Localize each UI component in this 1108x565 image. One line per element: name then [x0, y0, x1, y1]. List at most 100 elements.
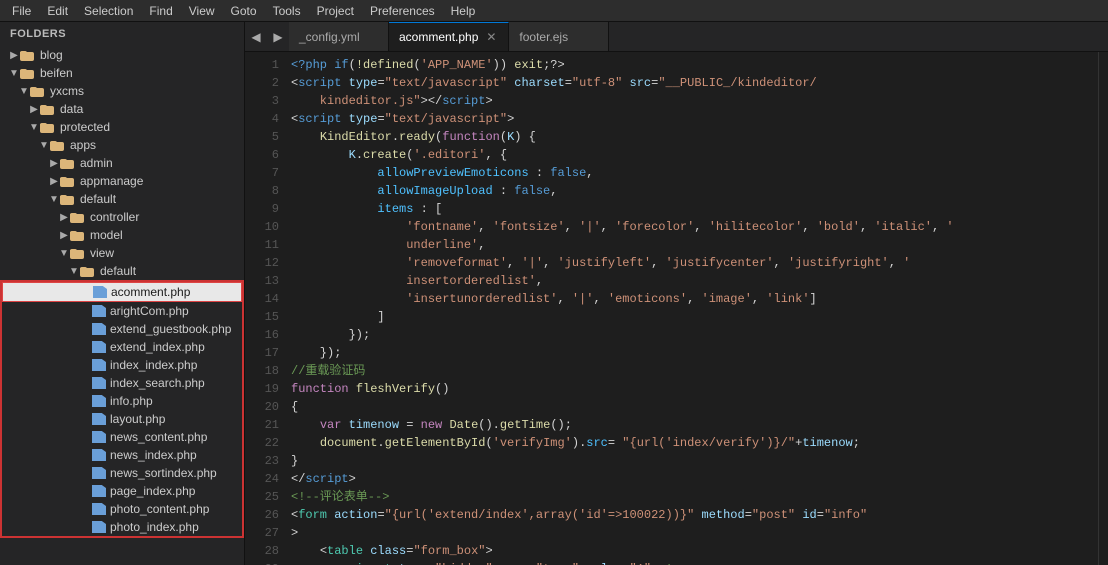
line-numbers: 12345 678910 1112131415 1617181920 21222…	[245, 52, 283, 565]
sidebar-item-index-index[interactable]: ▶ index_index.php	[2, 356, 242, 374]
tab-close-icon[interactable]: ✕	[484, 30, 498, 44]
item-label: protected	[60, 120, 110, 134]
arrow-icon: ▼	[38, 140, 50, 151]
sidebar-item-info[interactable]: ▶ info.php	[2, 392, 242, 410]
sidebar-item-news-sortindex[interactable]: ▶ news_sortindex.php	[2, 464, 242, 482]
sidebar-item-layout[interactable]: ▶ layout.php	[2, 410, 242, 428]
item-label: news_index.php	[110, 448, 197, 462]
sidebar-item-index-search[interactable]: ▶ index_search.php	[2, 374, 242, 392]
sidebar-item-news-content[interactable]: ▶ news_content.php	[2, 428, 242, 446]
folder-icon	[60, 157, 76, 169]
scrollbar[interactable]	[1098, 52, 1108, 565]
sidebar: FOLDERS ▶ blog ▼ beifen ▼ yxcms ▶ data ▼	[0, 22, 245, 565]
menu-find[interactable]: Find	[141, 2, 180, 20]
item-label: default	[80, 192, 116, 206]
tab-nav-left[interactable]: ◀	[245, 22, 267, 51]
menu-goto[interactable]: Goto	[223, 2, 265, 20]
arrow-icon: ▶	[8, 50, 20, 61]
item-label: layout.php	[110, 412, 165, 426]
item-label: data	[60, 102, 83, 116]
menu-tools[interactable]: Tools	[265, 2, 309, 20]
sidebar-item-news-index[interactable]: ▶ news_index.php	[2, 446, 242, 464]
sidebar-item-model[interactable]: ▶ model	[0, 226, 244, 244]
menu-help[interactable]: Help	[443, 2, 484, 20]
folder-icon	[40, 103, 56, 115]
item-label: view	[90, 246, 114, 260]
folder-icon	[20, 49, 36, 61]
item-label: photo_content.php	[110, 502, 209, 516]
menu-project[interactable]: Project	[309, 2, 362, 20]
sidebar-item-photo-index[interactable]: ▶ photo_index.php	[2, 518, 242, 536]
editor-area: ◀ ▶ _config.yml acomment.php ✕ footer.ej…	[245, 22, 1108, 565]
menu-file[interactable]: File	[4, 2, 39, 20]
folder-icon	[40, 121, 56, 133]
arrow-icon: ▶	[58, 212, 70, 223]
arrow-icon: ▼	[48, 194, 60, 205]
folder-icon	[80, 265, 96, 277]
folder-icon	[20, 67, 36, 79]
arrow-icon: ▼	[28, 122, 40, 133]
folders-header: FOLDERS	[0, 22, 244, 46]
sidebar-item-admin[interactable]: ▶ admin	[0, 154, 244, 172]
item-label: info.php	[110, 394, 153, 408]
arrow-icon: ▶	[58, 230, 70, 241]
folder-icon	[60, 175, 76, 187]
sidebar-item-extend-guestbook[interactable]: ▶ extend_guestbook.php	[2, 320, 242, 338]
folder-icon	[50, 139, 66, 151]
sidebar-item-apps[interactable]: ▼ apps	[0, 136, 244, 154]
folder-icon	[70, 211, 86, 223]
item-label: yxcms	[50, 84, 84, 98]
menu-view[interactable]: View	[181, 2, 223, 20]
item-label: admin	[80, 156, 113, 170]
sidebar-item-protected[interactable]: ▼ protected	[0, 118, 244, 136]
arrow-icon: ▶	[48, 176, 60, 187]
tab-config-label: _config.yml	[299, 30, 360, 44]
sidebar-item-appmanage[interactable]: ▶ appmanage	[0, 172, 244, 190]
menu-preferences[interactable]: Preferences	[362, 2, 443, 20]
item-label: arightCom.php	[110, 304, 189, 318]
sidebar-item-view[interactable]: ▼ view	[0, 244, 244, 262]
sidebar-item-yxcms[interactable]: ▼ yxcms	[0, 82, 244, 100]
tab-footer[interactable]: footer.ejs	[509, 22, 609, 51]
item-label: extend_index.php	[110, 340, 205, 354]
arrow-icon: ▶	[28, 104, 40, 115]
item-label: news_content.php	[110, 430, 207, 444]
item-label: apps	[70, 138, 96, 152]
item-label: page_index.php	[110, 484, 195, 498]
arrow-icon: ▼	[58, 248, 70, 259]
menu-selection[interactable]: Selection	[76, 2, 141, 20]
sidebar-item-view-default[interactable]: ▼ default	[0, 262, 244, 280]
sidebar-item-default[interactable]: ▼ default	[0, 190, 244, 208]
item-label: extend_guestbook.php	[110, 322, 231, 336]
sidebar-item-controller[interactable]: ▶ controller	[0, 208, 244, 226]
folder-icon	[70, 247, 86, 259]
menu-bar: File Edit Selection Find View Goto Tools…	[0, 0, 1108, 22]
sidebar-item-blog[interactable]: ▶ blog	[0, 46, 244, 64]
code-area: 12345 678910 1112131415 1617181920 21222…	[245, 52, 1108, 565]
sidebar-item-beifen[interactable]: ▼ beifen	[0, 64, 244, 82]
folder-icon	[30, 85, 46, 97]
tab-acomment[interactable]: acomment.php ✕	[389, 22, 509, 51]
code-editor[interactable]: <?php if(!defined('APP_NAME')) exit;?> <…	[283, 52, 1098, 565]
sidebar-item-data[interactable]: ▶ data	[0, 100, 244, 118]
arrow-icon: ▼	[8, 68, 20, 79]
sidebar-item-photo-content[interactable]: ▶ photo_content.php	[2, 500, 242, 518]
item-label: controller	[90, 210, 139, 224]
menu-edit[interactable]: Edit	[39, 2, 76, 20]
item-label: news_sortindex.php	[110, 466, 217, 480]
arrow-icon: ▼	[68, 266, 80, 277]
tab-footer-label: footer.ejs	[519, 30, 568, 44]
folder-icon	[60, 193, 76, 205]
sidebar-item-page-index[interactable]: ▶ page_index.php	[2, 482, 242, 500]
item-label: acomment.php	[111, 285, 190, 299]
arrow-icon: ▶	[48, 158, 60, 169]
item-label: appmanage	[80, 174, 143, 188]
sidebar-item-extend-index[interactable]: ▶ extend_index.php	[2, 338, 242, 356]
item-label: model	[90, 228, 123, 242]
tab-config[interactable]: _config.yml	[289, 22, 389, 51]
sidebar-item-acomment[interactable]: ▶ acomment.php	[2, 282, 242, 302]
sidebar-item-arightcom[interactable]: ▶ arightCom.php	[2, 302, 242, 320]
main-layout: FOLDERS ▶ blog ▼ beifen ▼ yxcms ▶ data ▼	[0, 22, 1108, 565]
item-label: index_index.php	[110, 358, 197, 372]
tab-nav-right[interactable]: ▶	[267, 22, 289, 51]
